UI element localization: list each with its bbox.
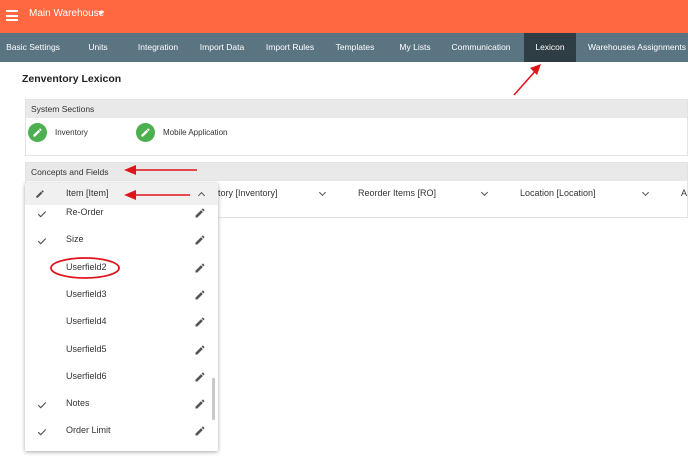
pencil-icon[interactable] bbox=[194, 206, 206, 224]
caret-down-icon[interactable] bbox=[98, 11, 104, 15]
tab-integration[interactable]: Integration bbox=[131, 33, 185, 62]
dropdown-item[interactable]: Order Limit bbox=[25, 418, 218, 445]
dropdown-item[interactable]: Size bbox=[25, 227, 218, 254]
page-title: Zenventory Lexicon bbox=[22, 73, 122, 85]
tab-units[interactable]: Units bbox=[76, 33, 120, 62]
tab-templates[interactable]: Templates bbox=[331, 33, 379, 62]
dropdown-item-label: Size bbox=[66, 234, 84, 245]
section-item-inventory[interactable]: Inventory bbox=[28, 123, 88, 142]
dropdown-item-label: Userfield6 bbox=[66, 370, 107, 381]
dropdown-scrollbar[interactable] bbox=[212, 378, 215, 420]
pencil-icon[interactable] bbox=[194, 288, 206, 306]
settings-nav: Basic Settings Units Integration Import … bbox=[0, 33, 688, 62]
dropdown-item-label: Userfield5 bbox=[66, 343, 107, 354]
tab-communication[interactable]: Communication bbox=[449, 33, 513, 62]
dropdown-item[interactable]: Userfield4 bbox=[25, 309, 218, 336]
item-field-dropdown: Item [Item] Re-Order Size Userfield2 Userfi… bbox=[25, 183, 218, 451]
dropdown-item-label: Notes bbox=[66, 398, 90, 409]
top-bar: Main Warehouse bbox=[0, 0, 688, 33]
pencil-icon[interactable] bbox=[194, 343, 206, 361]
tab-lexicon[interactable]: Lexicon bbox=[524, 33, 576, 62]
system-sections-panel: System Sections bbox=[25, 99, 688, 156]
section-label-inventory: Inventory bbox=[55, 128, 88, 137]
dropdown-item[interactable]: Userfield3 bbox=[25, 282, 218, 309]
concept-select-reorder-items[interactable]: Reorder Items [RO] bbox=[358, 183, 436, 203]
pencil-icon[interactable] bbox=[194, 370, 206, 388]
pencil-icon[interactable] bbox=[194, 397, 206, 415]
pencil-icon[interactable] bbox=[194, 424, 206, 442]
dropdown-item-label: Userfield2 bbox=[66, 261, 107, 272]
section-item-mobile-application[interactable]: Mobile Application bbox=[136, 123, 227, 142]
arrowhead-lexicon bbox=[530, 64, 541, 75]
dropdown-item[interactable]: Re-Order bbox=[25, 200, 218, 227]
dropdown-item-label: Userfield3 bbox=[66, 288, 107, 299]
system-sections-heading: System Sections bbox=[26, 100, 687, 118]
tab-import-data[interactable]: Import Data bbox=[195, 33, 249, 62]
dropdown-item[interactable]: Userfield5 bbox=[25, 337, 218, 364]
concept-select-location[interactable]: Location [Location] bbox=[520, 183, 596, 203]
arrow-to-lexicon-tab bbox=[513, 67, 539, 96]
check-icon bbox=[37, 424, 47, 436]
dropdown-item-label: Re-Order bbox=[66, 207, 104, 217]
pencil-icon[interactable] bbox=[194, 315, 206, 333]
pencil-icon[interactable] bbox=[194, 233, 206, 251]
pencil-icon[interactable] bbox=[35, 189, 45, 199]
check-icon bbox=[37, 397, 47, 409]
tab-import-rules[interactable]: Import Rules bbox=[262, 33, 318, 62]
chevron-up-icon[interactable] bbox=[197, 191, 206, 200]
dropdown-item-label: Order Limit bbox=[66, 425, 111, 436]
check-icon bbox=[37, 233, 47, 245]
tab-warehouses-assignments[interactable]: Warehouses Assignments bbox=[586, 33, 688, 62]
dropdown-header-label: Item [Item] bbox=[66, 188, 109, 198]
tab-my-lists[interactable]: My Lists bbox=[392, 33, 438, 62]
hamburger-icon[interactable] bbox=[6, 10, 18, 21]
pencil-icon[interactable] bbox=[136, 123, 155, 142]
concept-select-inventory[interactable]: tory [Inventory] bbox=[218, 183, 278, 203]
section-label-mobile-application: Mobile Application bbox=[163, 128, 228, 137]
dropdown-item[interactable]: Notes bbox=[25, 391, 218, 418]
pencil-icon[interactable] bbox=[194, 261, 206, 279]
dropdown-item-label: Userfield4 bbox=[66, 316, 107, 327]
warehouse-selector[interactable]: Main Warehouse bbox=[29, 8, 104, 19]
dropdown-item[interactable]: Userfield2 bbox=[25, 255, 218, 282]
concept-select-truncated[interactable]: A bbox=[681, 183, 687, 203]
concepts-fields-heading: Concepts and Fields bbox=[26, 163, 687, 181]
pencil-icon[interactable] bbox=[28, 123, 47, 142]
check-icon bbox=[37, 206, 47, 218]
dropdown-item[interactable]: Userfield6 bbox=[25, 364, 218, 391]
tab-basic-settings[interactable]: Basic Settings bbox=[0, 33, 66, 62]
